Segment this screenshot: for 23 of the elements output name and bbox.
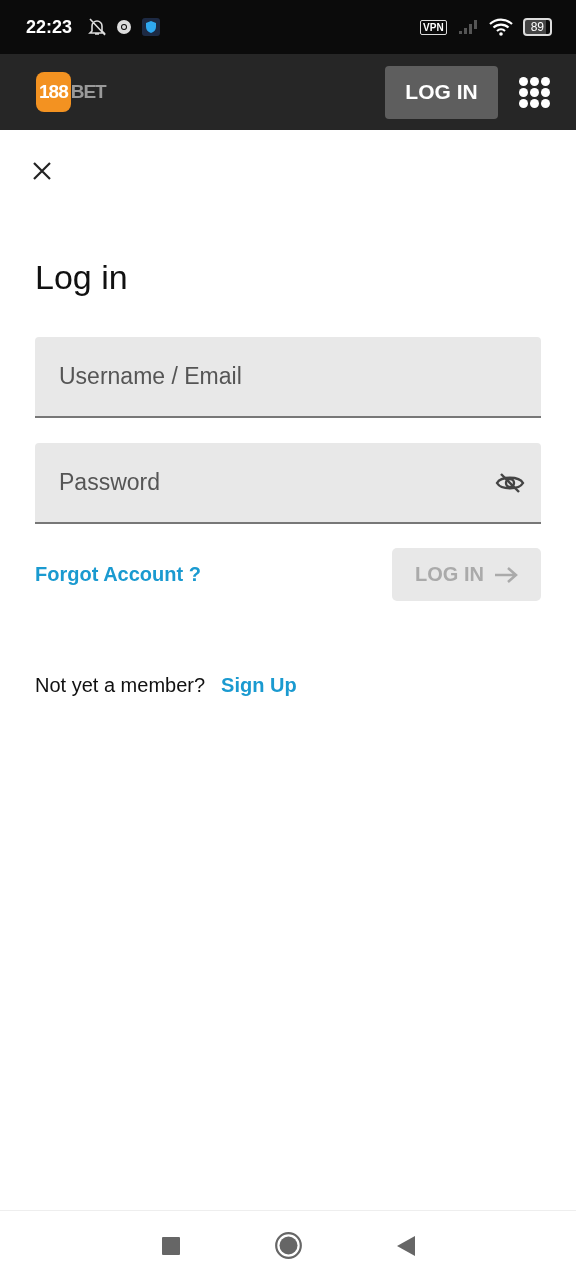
menu-grid-icon[interactable] xyxy=(519,76,550,108)
wifi-icon xyxy=(488,18,513,36)
square-icon[interactable] xyxy=(161,1236,180,1255)
bell-off-icon xyxy=(88,17,107,37)
back-triangle-icon[interactable] xyxy=(396,1235,415,1256)
browser-icon xyxy=(116,19,133,35)
signup-prompt: Not yet a member? xyxy=(35,674,206,697)
forgot-account-link[interactable]: Forgot Account ? xyxy=(35,563,201,586)
shield-icon xyxy=(142,18,161,36)
home-circle-icon[interactable] xyxy=(274,1232,302,1259)
signal-icon xyxy=(456,19,479,35)
battery-indicator: 89 xyxy=(522,18,552,36)
arrow-right-icon xyxy=(493,565,518,584)
vpn-indicator: VPN xyxy=(420,19,447,35)
header-login-button[interactable]: LOG IN xyxy=(385,65,498,119)
signup-link[interactable]: Sign Up xyxy=(221,674,297,697)
brand-logo: 188BET xyxy=(36,71,106,113)
password-field[interactable]: Password xyxy=(35,443,541,524)
page-title: Log in xyxy=(35,258,129,297)
username-field[interactable]: Username / Email xyxy=(35,337,541,418)
status-time: 22:23 xyxy=(26,16,73,38)
close-icon[interactable] xyxy=(32,161,52,181)
eye-off-icon[interactable] xyxy=(495,472,525,494)
